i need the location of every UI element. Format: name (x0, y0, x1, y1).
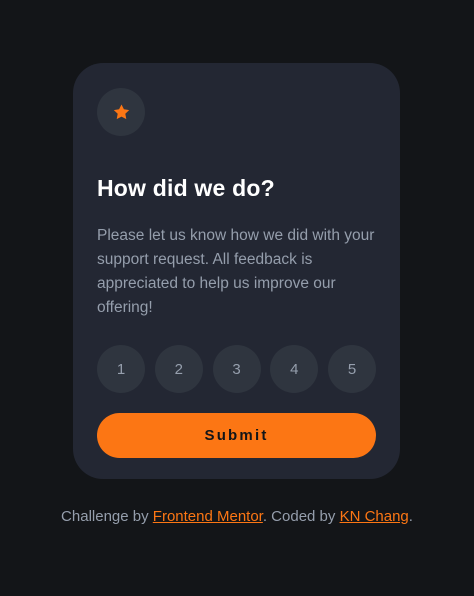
star-badge (97, 88, 145, 136)
rating-card: How did we do? Please let us know how we… (73, 63, 400, 479)
rating-button-1[interactable]: 1 (97, 345, 145, 393)
rating-button-5[interactable]: 5 (328, 345, 376, 393)
attribution-prefix: Challenge by (61, 508, 153, 525)
rating-button-3[interactable]: 3 (212, 345, 261, 393)
attribution: Challenge by Frontend Mentor. Coded by K… (0, 508, 474, 525)
attribution-suffix: . (408, 508, 413, 525)
card-title: How did we do? (97, 175, 275, 201)
rating-button-2[interactable]: 2 (154, 345, 203, 393)
submit-button[interactable]: Submit (97, 413, 376, 458)
attribution-middle: . Coded by (262, 508, 340, 525)
star-icon (113, 104, 129, 120)
author-link[interactable]: KN Chang (340, 508, 409, 525)
card-description: Please let us know how we did with your … (97, 227, 375, 316)
rating-options: 1 2 3 4 5 (97, 345, 376, 393)
frontend-mentor-link[interactable]: Frontend Mentor (153, 508, 263, 525)
rating-button-4[interactable]: 4 (270, 345, 319, 393)
